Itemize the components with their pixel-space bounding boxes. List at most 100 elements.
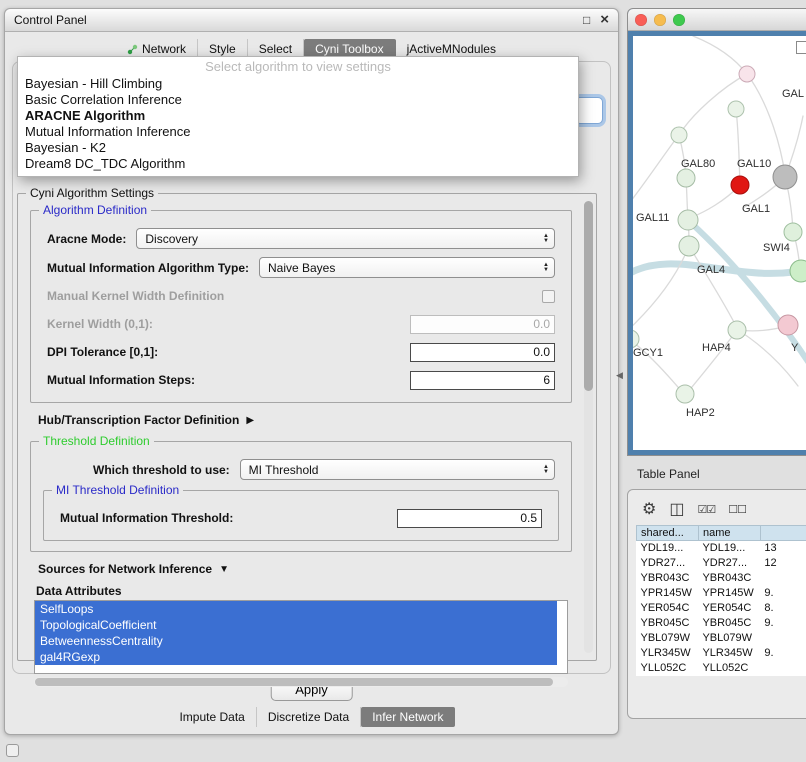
mi-type-select[interactable]: Naive Bayes ▲▼ xyxy=(259,257,555,278)
network-node[interactable] xyxy=(633,330,639,348)
attributes-hscrollbar[interactable] xyxy=(34,677,568,687)
table-cell[interactable]: 9. xyxy=(760,586,806,601)
network-node[interactable] xyxy=(778,315,798,335)
control-panel-titlebar[interactable]: Control Panel □ × xyxy=(5,9,618,32)
table-cell[interactable]: YLL052C xyxy=(637,661,699,676)
table-row[interactable]: YER054CYER054C8. xyxy=(637,601,806,616)
table-cell[interactable]: 12 xyxy=(760,556,806,571)
column-header[interactable] xyxy=(760,526,806,541)
algorithm-option-mutual-information-inference[interactable]: Mutual Information Inference xyxy=(18,124,578,140)
mi-threshold-input[interactable]: 0.5 xyxy=(397,509,542,528)
table-row[interactable]: YLL052CYLL052C xyxy=(637,661,806,676)
float-window-icon[interactable]: □ xyxy=(583,13,590,27)
bottom-tab-discretize-data[interactable]: Discretize Data xyxy=(257,707,361,727)
network-node[interactable] xyxy=(731,176,749,194)
table-cell[interactable]: YPR145W xyxy=(637,586,699,601)
column-header[interactable]: shared... xyxy=(637,526,699,541)
table-cell[interactable]: YER054C xyxy=(637,601,699,616)
bottom-tab-infer-network[interactable]: Infer Network xyxy=(361,707,454,727)
table-row[interactable]: YBR045CYBR045C9. xyxy=(637,616,806,631)
table-cell[interactable]: YBL079W xyxy=(698,631,760,646)
attribute-topologicalcoefficient[interactable]: TopologicalCoefficient xyxy=(35,617,557,633)
table-cell[interactable]: 13 xyxy=(760,541,806,556)
select-columns-icon[interactable]: ☑☑ xyxy=(697,502,715,518)
table-cell[interactable]: YBR045C xyxy=(637,616,699,631)
collapse-down-icon[interactable]: ▼ xyxy=(219,564,229,575)
table-row[interactable]: YPR145WYPR145W9. xyxy=(637,586,806,601)
table-cell[interactable]: YDR27... xyxy=(637,556,699,571)
network-edge[interactable] xyxy=(736,109,740,183)
network-edge[interactable] xyxy=(693,36,747,74)
bottom-tab-impute-data[interactable]: Impute Data xyxy=(168,707,256,727)
settings-gear-icon[interactable]: ⚙ xyxy=(642,502,656,518)
table-row[interactable]: YLR345WYLR345W9. xyxy=(637,646,806,661)
attribute-betweennesscentrality[interactable]: BetweennessCentrality xyxy=(35,633,557,649)
table-cell[interactable]: 9. xyxy=(760,616,806,631)
which-threshold-select[interactable]: MI Threshold ▲▼ xyxy=(240,459,555,480)
panel-splitter-handle[interactable]: ◀ xyxy=(616,370,623,381)
algorithm-select-fragment[interactable] xyxy=(575,97,603,124)
table-cell[interactable] xyxy=(760,571,806,586)
manual-kernel-checkbox[interactable] xyxy=(542,290,555,303)
settings-scrollbar[interactable] xyxy=(584,201,593,653)
attribute-selfloops[interactable]: SelfLoops xyxy=(35,601,557,617)
table-cell[interactable]: YLL052C xyxy=(698,661,760,676)
aracne-mode-select[interactable]: Discovery ▲▼ xyxy=(136,228,555,249)
attribute-gal4rgexp[interactable]: gal4RGexp xyxy=(35,649,557,665)
network-node[interactable] xyxy=(790,260,806,282)
table-cell[interactable]: YDR27... xyxy=(698,556,760,571)
table-cell[interactable] xyxy=(760,631,806,646)
zoom-button[interactable] xyxy=(673,14,685,26)
network-node[interactable] xyxy=(728,101,744,117)
table-cell[interactable]: YBL079W xyxy=(637,631,699,646)
minimize-button[interactable] xyxy=(654,14,666,26)
expand-right-icon[interactable]: ▶ xyxy=(246,415,254,426)
kernel-width-input[interactable]: 0.0 xyxy=(410,315,555,334)
columns-icon[interactable]: ◫ xyxy=(669,502,684,518)
table-cell[interactable]: YLR345W xyxy=(698,646,760,661)
dpi-tolerance-input[interactable]: 0.0 xyxy=(410,343,555,362)
close-window-icon[interactable]: × xyxy=(600,14,609,26)
algorithm-option-basic-correlation-inference[interactable]: Basic Correlation Inference xyxy=(18,92,578,108)
settings-scrollbar-thumb[interactable] xyxy=(584,201,593,391)
network-node[interactable] xyxy=(679,236,699,256)
table-row[interactable]: YBL079WYBL079W xyxy=(637,631,806,646)
overview-box[interactable] xyxy=(796,41,806,54)
table-cell[interactable]: 9. xyxy=(760,646,806,661)
mi-steps-input[interactable]: 6 xyxy=(410,371,555,390)
table-cell[interactable]: YBR043C xyxy=(637,571,699,586)
network-canvas[interactable]: GALGAL80GAL10GAL11GAL1SWI4GAL4GCY1HAP4YH… xyxy=(633,36,806,450)
hub-definition-section[interactable]: Hub/Transcription Factor Definition ▶ xyxy=(38,413,564,427)
table-cell[interactable]: YER054C xyxy=(698,601,760,616)
algorithm-option-bayesian-k2[interactable]: Bayesian - K2 xyxy=(18,140,578,156)
network-node[interactable] xyxy=(739,66,755,82)
table-row[interactable]: YDR27...YDR27...12 xyxy=(637,556,806,571)
table-cell[interactable]: YBR045C xyxy=(698,616,760,631)
table-cell[interactable]: YLR345W xyxy=(637,646,699,661)
algorithm-option-bayesian-hill-climbing[interactable]: Bayesian - Hill Climbing xyxy=(18,76,578,92)
network-node[interactable] xyxy=(773,165,797,189)
table-row[interactable]: YDL19...YDL19...13 xyxy=(637,541,806,556)
network-edge[interactable] xyxy=(633,246,689,331)
table-cell[interactable]: YPR145W xyxy=(698,586,760,601)
sources-section[interactable]: Sources for Network Inference ▼ xyxy=(38,562,564,576)
close-button[interactable] xyxy=(635,14,647,26)
network-edge[interactable] xyxy=(687,330,737,393)
dock-panel-icon[interactable] xyxy=(6,744,19,757)
column-header[interactable]: name xyxy=(698,526,760,541)
network-window-titlebar[interactable] xyxy=(628,9,806,31)
algorithm-option-dream8-dc-tdc-algorithm[interactable]: Dream8 DC_TDC Algorithm xyxy=(18,156,578,172)
attributes-hscrollbar-thumb[interactable] xyxy=(35,678,553,686)
network-node[interactable] xyxy=(677,169,695,187)
network-node[interactable] xyxy=(678,210,698,230)
network-node[interactable] xyxy=(676,385,694,403)
table-row[interactable]: YBR043CYBR043C xyxy=(637,571,806,586)
algorithm-option-aracne-algorithm[interactable]: ARACNE Algorithm xyxy=(18,108,578,124)
network-edge[interactable] xyxy=(633,132,681,206)
table-cell[interactable]: 8. xyxy=(760,601,806,616)
table-cell[interactable]: YBR043C xyxy=(698,571,760,586)
network-node[interactable] xyxy=(728,321,746,339)
unselect-columns-icon[interactable]: ☐☐ xyxy=(728,502,746,518)
network-node[interactable] xyxy=(671,127,687,143)
table-cell[interactable]: YDL19... xyxy=(698,541,760,556)
